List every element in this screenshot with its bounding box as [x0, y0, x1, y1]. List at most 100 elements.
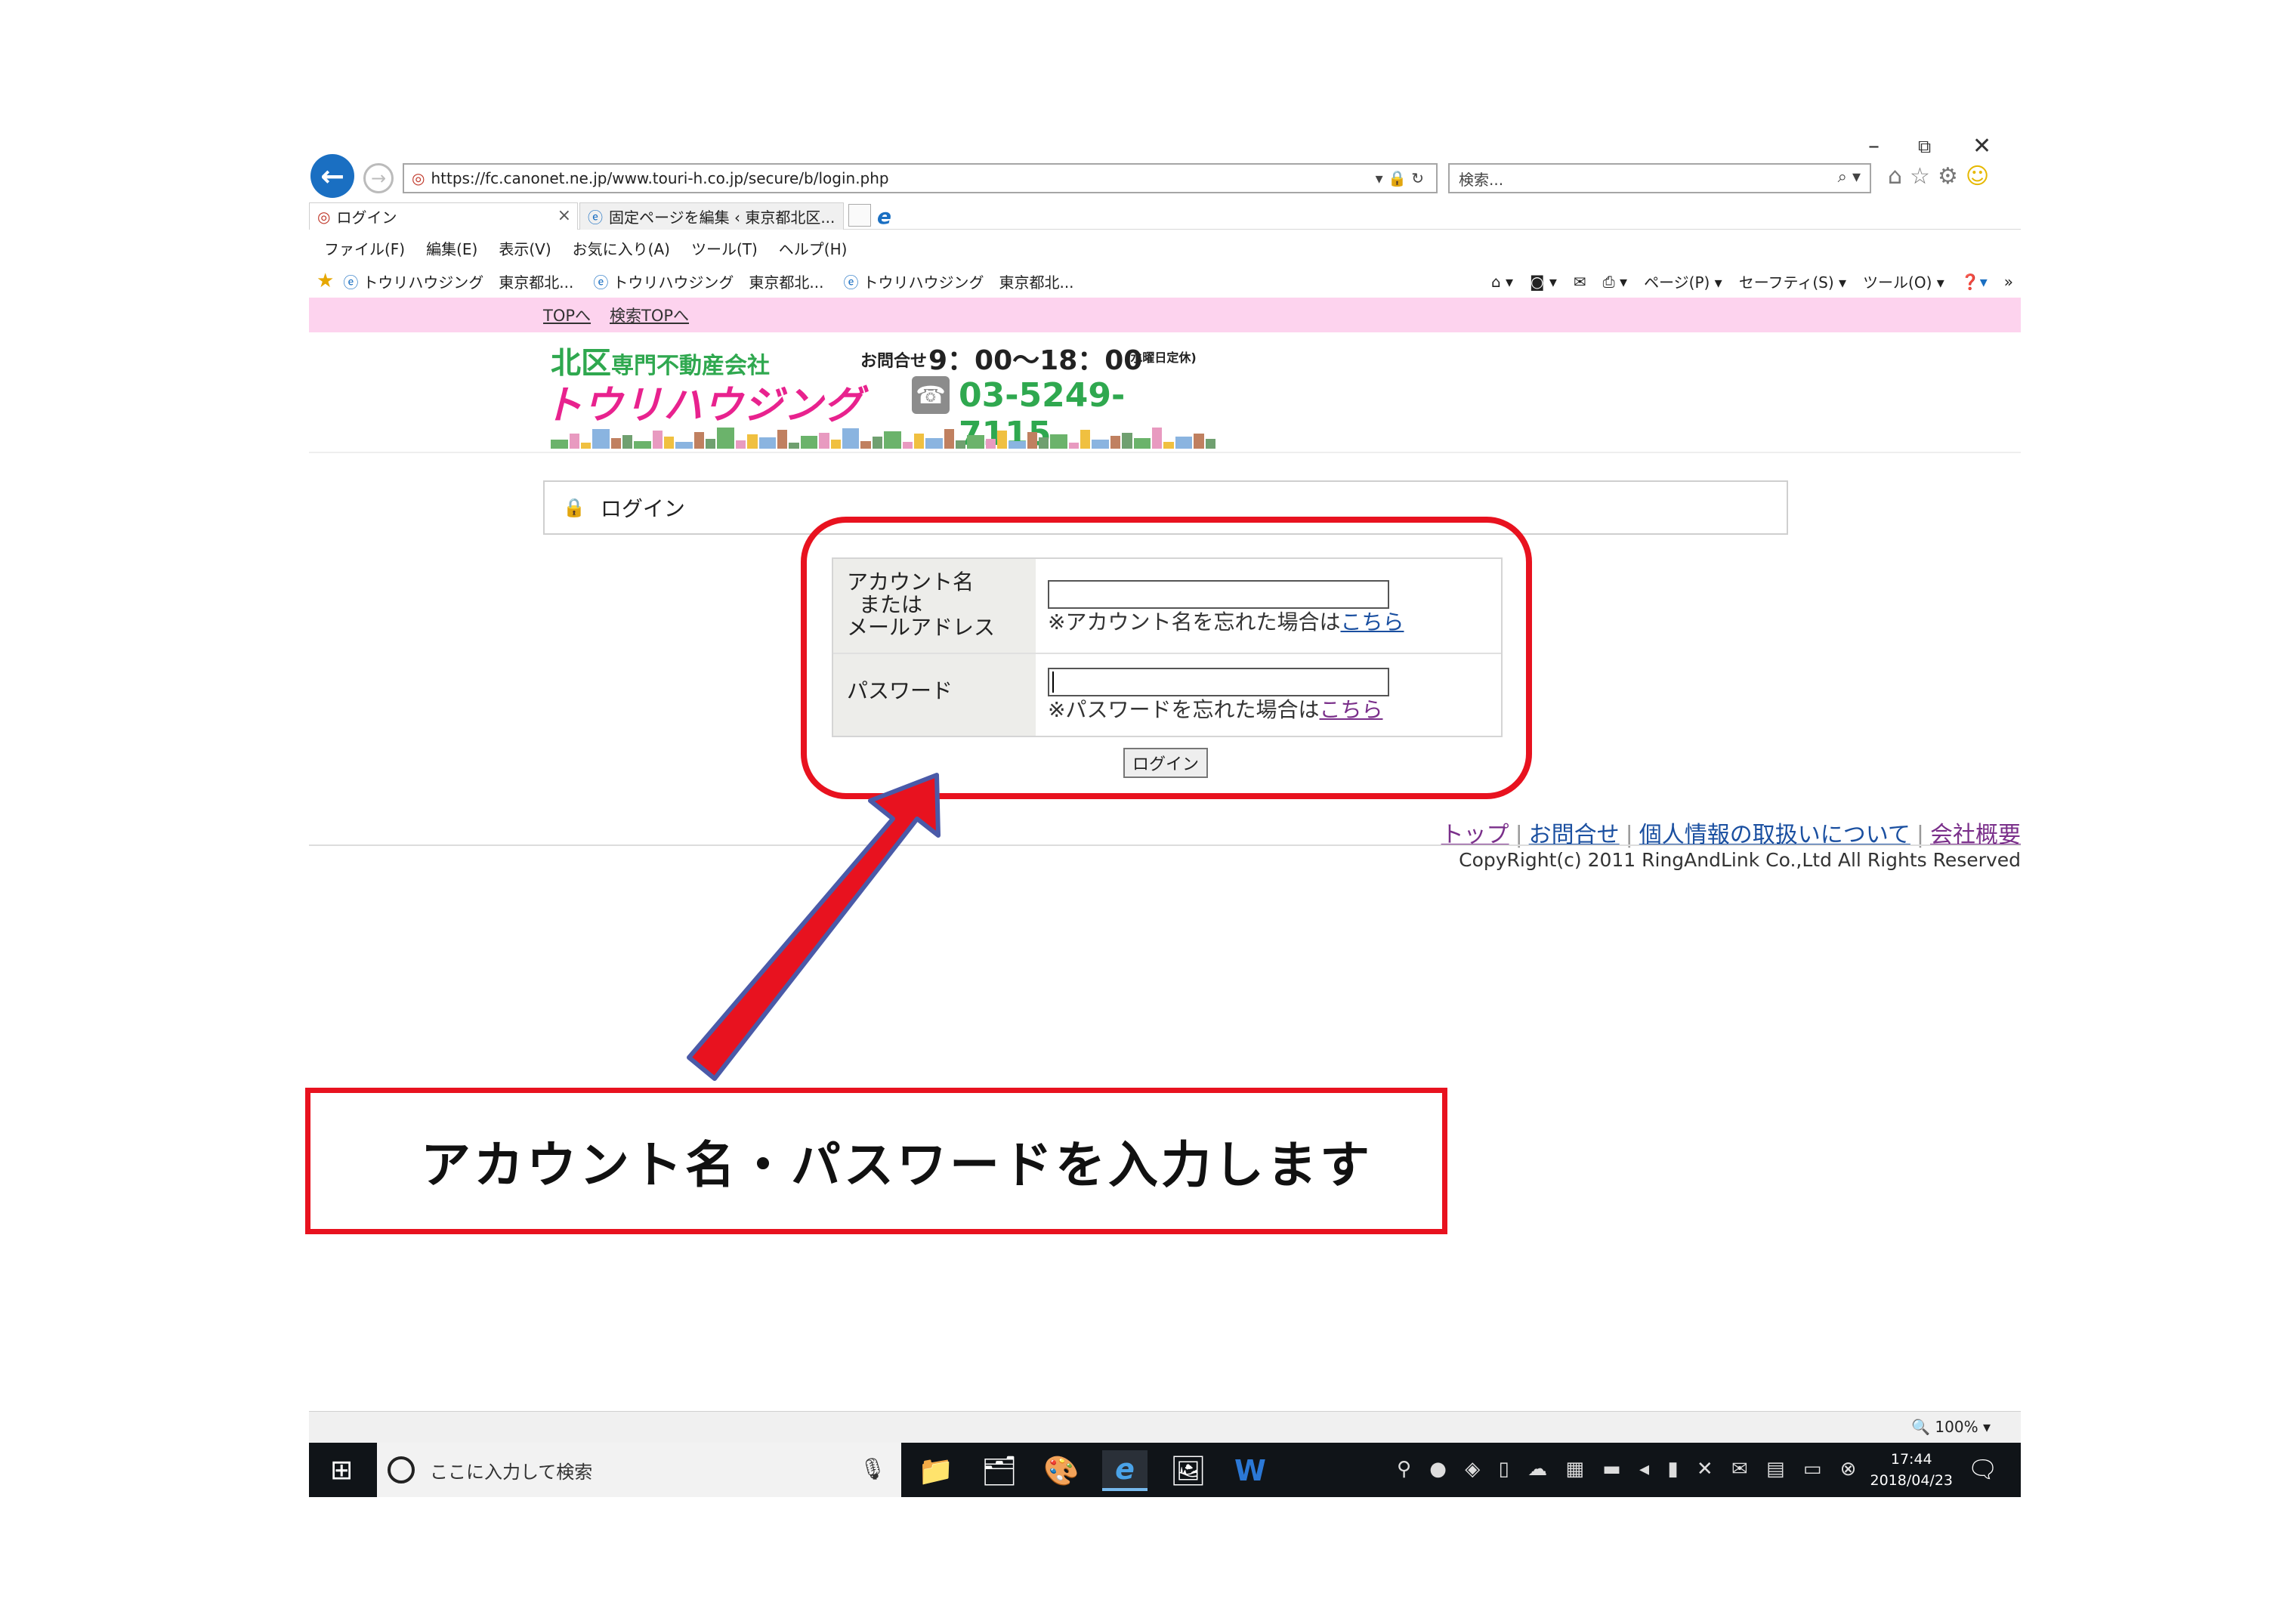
- tools-menu[interactable]: ツール(O) ▾: [1863, 270, 1944, 292]
- image-app-icon[interactable]: 🖼: [1166, 1450, 1211, 1491]
- skyline-building: [830, 440, 841, 449]
- internet-explorer-icon[interactable]: e: [1102, 1450, 1148, 1491]
- address-row: ← → ◎ https://fc.canonet.ne.jp/www.touri…: [309, 154, 2021, 199]
- menu-edit[interactable]: 編集(E): [426, 237, 477, 259]
- favorite-link-1[interactable]: ⓔ トウリハウジング 東京都北...: [343, 270, 573, 292]
- favorite-link-3[interactable]: ⓔ トウリハウジング 東京都北...: [843, 270, 1073, 292]
- forward-button[interactable]: →: [363, 163, 394, 193]
- site-icon: ◎: [317, 207, 331, 226]
- top-link[interactable]: TOPへ: [543, 304, 591, 326]
- taskbar: ⊞ ここに入力して検索 🎙 📁 🗂 🎨 e 🖼 W ⚲ ● ◈ ▯ ☁ ▦ ▬ …: [309, 1443, 2021, 1497]
- skyline-building: [652, 431, 663, 449]
- favorite-link-2[interactable]: ⓔ トウリハウジング 東京都北...: [593, 270, 823, 292]
- menu-view[interactable]: 表示(V): [499, 237, 551, 259]
- smiley-icon[interactable]: ☺: [1966, 163, 1997, 190]
- more-icon[interactable]: »: [2004, 273, 2013, 291]
- menu-help[interactable]: ヘルプ(H): [779, 237, 848, 259]
- closed-day: (水曜日定休): [1125, 350, 1197, 365]
- skyline-decoration: [551, 426, 1215, 449]
- refresh-icon[interactable]: ↻: [1411, 169, 1424, 187]
- file-explorer-icon[interactable]: 📁: [913, 1450, 959, 1491]
- skyline-building: [1133, 438, 1151, 449]
- skyline-building: [902, 442, 913, 449]
- feeds-icon[interactable]: ◙ ▾: [1530, 273, 1557, 291]
- notification-icon[interactable]: 🗨: [1967, 1455, 1998, 1484]
- page-icon: ⓔ: [343, 273, 359, 292]
- print-icon[interactable]: ⎙ ▾: [1603, 273, 1627, 291]
- brand-name: トウリハウジング: [543, 383, 864, 428]
- system-tray-icons[interactable]: ⚲ ● ◈ ▯ ☁ ▦ ▬ ◂ ▮ ✕ ✉ ▤ ▭ ⊗: [1397, 1458, 1862, 1480]
- skyline-building: [883, 431, 901, 449]
- screenshot: – ⧉ ✕ ← → ◎ https://fc.canonet.ne.jp/www…: [309, 127, 2021, 1497]
- skyline-building: [694, 432, 705, 449]
- ie-page-icon: ⓔ: [588, 208, 603, 227]
- lock-icon[interactable]: 🔒: [1388, 169, 1407, 187]
- site-icon: ◎: [412, 169, 425, 187]
- page-icon: ⓔ: [843, 273, 859, 292]
- skyline-building: [736, 440, 746, 449]
- safety-menu[interactable]: セーフティ(S) ▾: [1739, 270, 1846, 292]
- status-bar: 🔍 100% ▾: [309, 1411, 2021, 1443]
- help-icon[interactable]: ❓▾: [1961, 273, 1988, 291]
- arrow-right-icon: →: [370, 168, 387, 189]
- home-icon[interactable]: ⌂ ▾: [1491, 273, 1513, 291]
- zoom-level: 100%: [1935, 1418, 1978, 1436]
- section-title: ログイン: [600, 496, 685, 521]
- skyline-building: [872, 437, 882, 449]
- divider: [309, 452, 2021, 453]
- zoom-control[interactable]: 🔍 100% ▾: [1911, 1418, 1991, 1436]
- home-icon[interactable]: ⌂: [1888, 163, 1910, 190]
- page-menu[interactable]: ページ(P) ▾: [1644, 270, 1722, 292]
- tab-edit-page[interactable]: ⓔ 固定ページを編集 ‹ 東京都北区...: [579, 202, 844, 230]
- favorites-star-icon[interactable]: ★: [317, 270, 334, 292]
- skyline-building: [1194, 434, 1204, 449]
- word-app-icon[interactable]: W: [1228, 1450, 1273, 1491]
- skyline-building: [944, 429, 954, 449]
- address-bar[interactable]: ◎ https://fc.canonet.ne.jp/www.touri-h.c…: [403, 163, 1438, 193]
- skyline-building: [955, 440, 966, 449]
- microphone-icon[interactable]: 🎙: [859, 1456, 886, 1481]
- dropdown-icon[interactable]: ▾: [1376, 169, 1383, 187]
- favorites-star-icon[interactable]: ☆: [1910, 163, 1938, 190]
- site-nav-bar: TOPへ 検索TOPへ: [309, 298, 2021, 332]
- ie-logo-icon[interactable]: e: [877, 204, 891, 229]
- skyline-building: [610, 438, 621, 449]
- search-input[interactable]: 検索... ⌕ ▾: [1448, 163, 1871, 193]
- skyline-building: [925, 438, 943, 449]
- zoom-icon: 🔍: [1911, 1418, 1931, 1436]
- site-logo[interactable]: 北区専門不動産会社 お問合せ 9：00～18：00 (水曜日定休) トウリハウジ…: [543, 337, 1215, 453]
- toolbar-icons: ⌂☆⚙☺: [1888, 163, 1997, 190]
- search-icon[interactable]: ⌕ ▾: [1838, 168, 1861, 187]
- search-top-link[interactable]: 検索TOPへ: [610, 304, 689, 326]
- gear-icon[interactable]: ⚙: [1938, 163, 1966, 190]
- instruction-caption: アカウント名・パスワードを入力します: [421, 1136, 1373, 1194]
- mail-icon[interactable]: ✉: [1574, 273, 1586, 291]
- skyline-building: [717, 428, 735, 449]
- menu-file[interactable]: ファイル(F): [324, 237, 405, 259]
- close-tab-icon[interactable]: ×: [558, 206, 571, 225]
- skyline-building: [592, 429, 610, 449]
- skyline-building: [1205, 439, 1215, 449]
- skyline-building: [777, 430, 788, 449]
- skyline-building: [675, 442, 693, 449]
- tab-login[interactable]: ◎ ログイン ×: [309, 202, 578, 230]
- skyline-building: [985, 439, 996, 449]
- back-button[interactable]: ←: [310, 154, 354, 198]
- new-tab-button[interactable]: [848, 204, 871, 227]
- skyline-building: [1080, 430, 1091, 449]
- favorite-label: トウリハウジング 東京都北...: [863, 273, 1074, 292]
- skyline-building: [1152, 428, 1163, 449]
- skyline-building: [1092, 440, 1110, 449]
- skyline-building: [913, 434, 924, 449]
- windows-start-icon[interactable]: ⊞: [330, 1455, 353, 1486]
- skyline-building: [842, 428, 860, 449]
- arrow-left-icon: ←: [320, 159, 344, 193]
- paint-app-icon[interactable]: 🎨: [1039, 1450, 1084, 1491]
- menu-favorites[interactable]: お気に入り(A): [573, 237, 670, 259]
- taskbar-search[interactable]: ここに入力して検索 🎙: [377, 1443, 901, 1497]
- menu-tools[interactable]: ツール(T): [691, 237, 758, 259]
- cortana-icon: [388, 1456, 415, 1484]
- skyline-building: [1039, 437, 1049, 449]
- folder-app-icon[interactable]: 🗂: [977, 1450, 1022, 1491]
- taskbar-clock[interactable]: 17:44 2018/04/23: [1870, 1449, 1953, 1491]
